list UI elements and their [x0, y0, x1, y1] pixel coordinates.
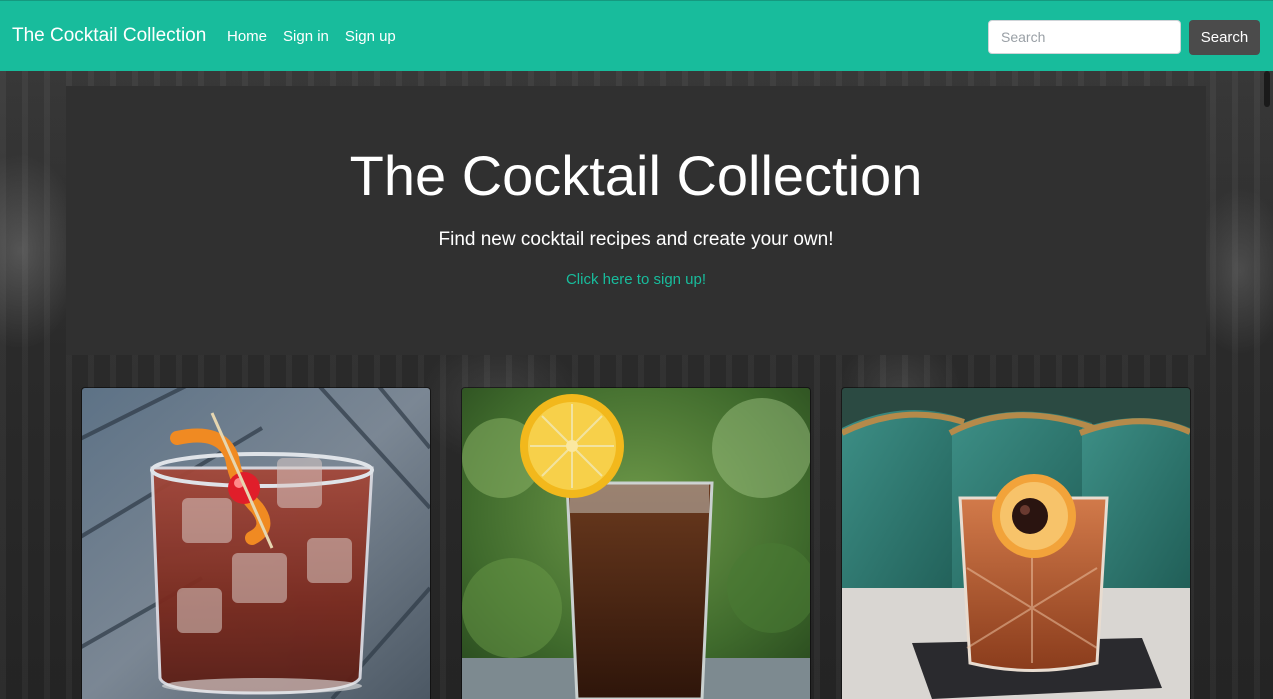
old-fashioned-cocktail-photo: [82, 388, 430, 699]
search-input[interactable]: [988, 20, 1181, 54]
nav-link-sign-in[interactable]: Sign in: [283, 27, 329, 47]
cocktail-card[interactable]: [82, 388, 430, 699]
nav-link-home[interactable]: Home: [227, 27, 267, 47]
jumbotron: The Cocktail Collection Find new cocktai…: [66, 86, 1206, 355]
brand-link[interactable]: The Cocktail Collection: [12, 24, 206, 48]
cocktail-card[interactable]: [842, 388, 1190, 699]
cocktail-card[interactable]: [462, 388, 810, 699]
search-button[interactable]: Search: [1189, 20, 1260, 55]
sign-up-cta-link[interactable]: Click here to sign up!: [66, 270, 1206, 290]
nav-link-sign-up[interactable]: Sign up: [345, 27, 396, 47]
page-title: The Cocktail Collection: [349, 144, 923, 207]
navbar: The Cocktail Collection Home Sign in Sig…: [0, 0, 1273, 71]
nav-links: Home Sign in Sign up: [227, 27, 396, 47]
page-subtitle: Find new cocktail recipes and create you…: [438, 229, 834, 250]
orange-garnished-rocks-cocktail-photo: [842, 388, 1190, 699]
long-drink-with-lemon-photo: [462, 388, 810, 699]
